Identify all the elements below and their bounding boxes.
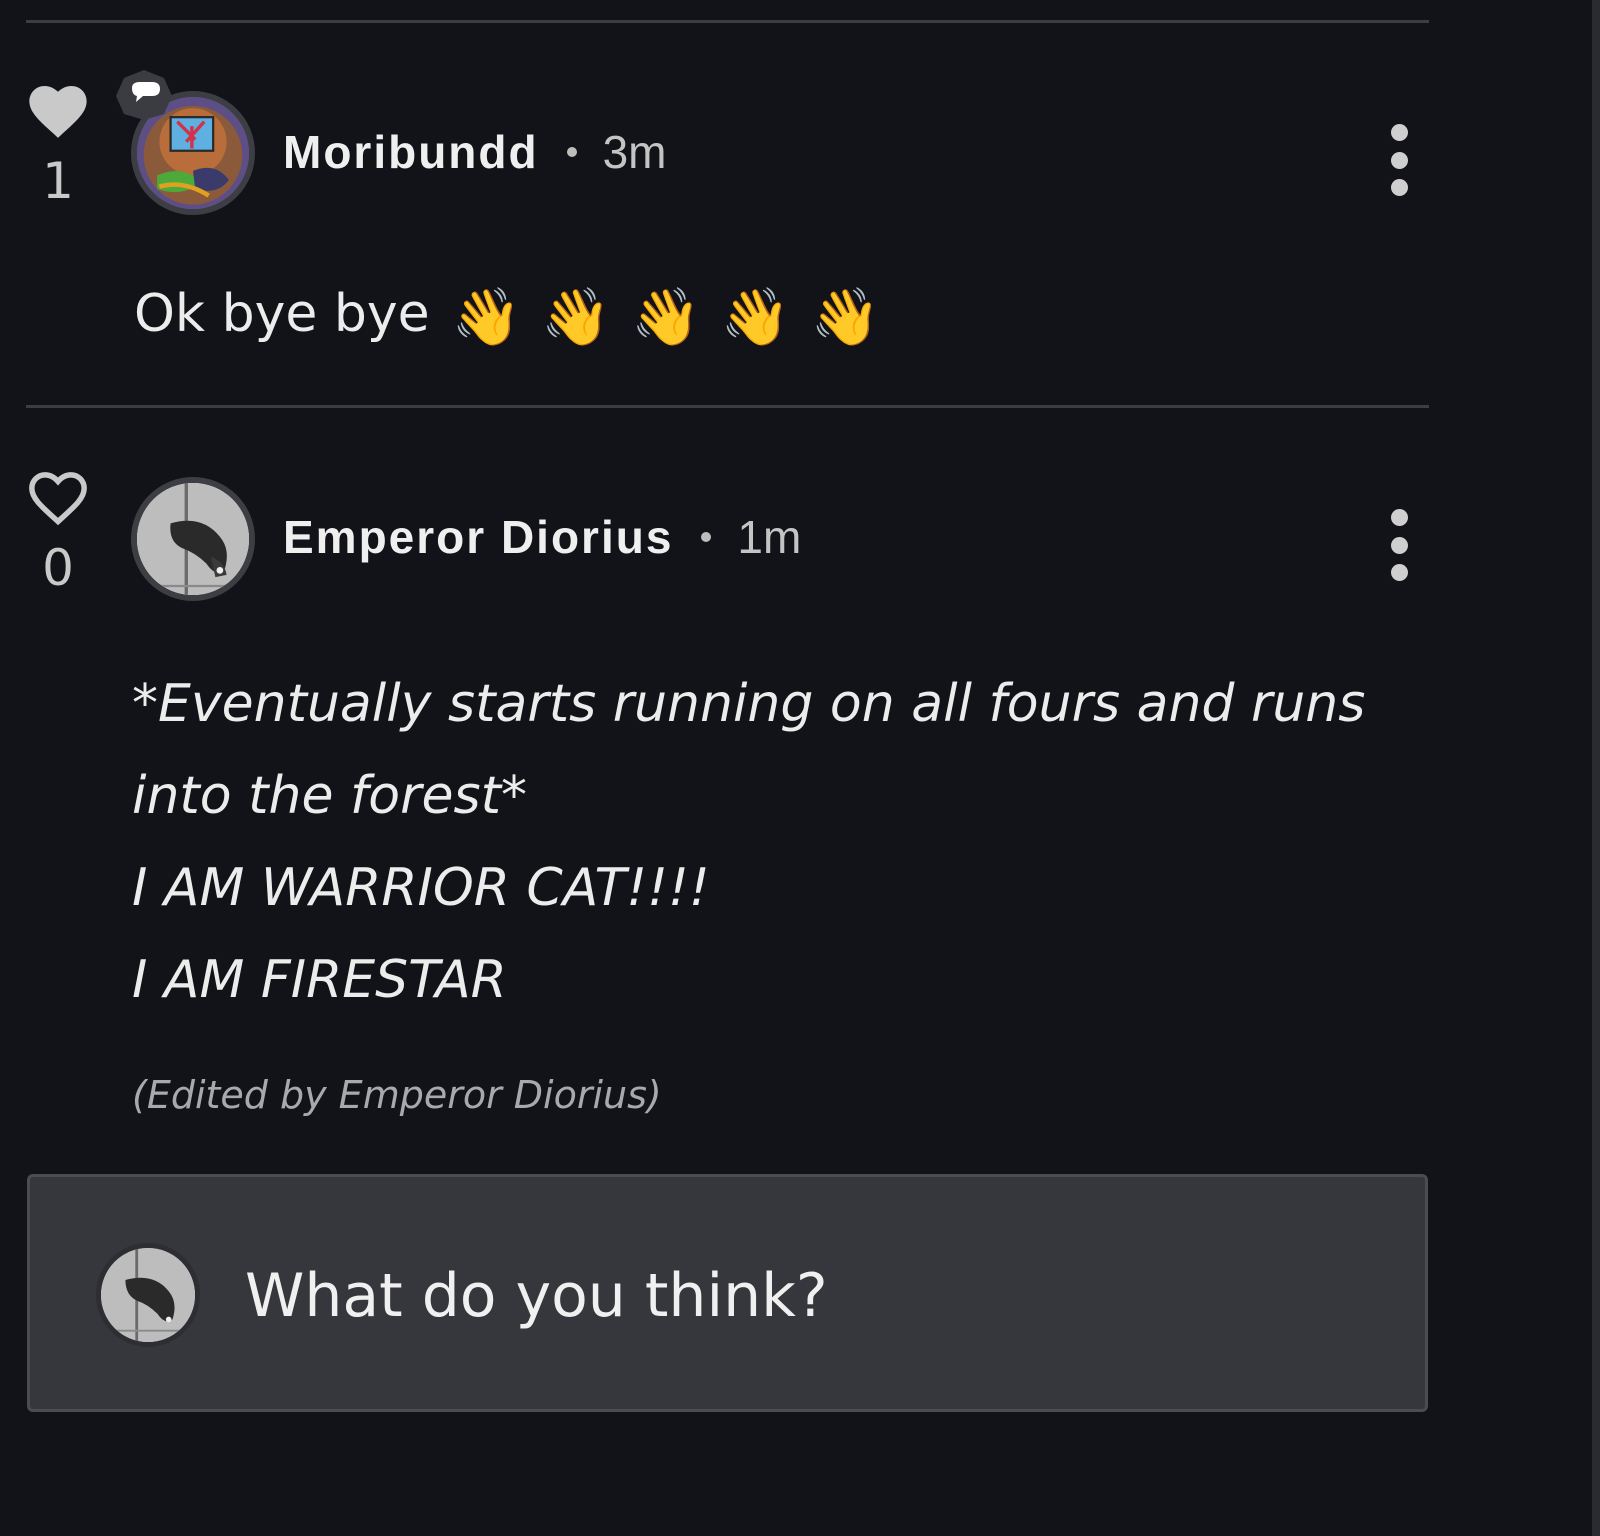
heart-outline-icon <box>29 472 87 526</box>
wave-emoji: 👋 <box>451 285 522 350</box>
edited-note: (Edited by Emperor Diorius) <box>132 1073 662 1117</box>
comment-body: *Eventually starts running on all fours … <box>132 658 1392 1026</box>
comment-line: I AM WARRIOR CAT!!!! <box>132 858 710 918</box>
more-vertical-icon-dot <box>1390 179 1408 196</box>
more-vertical-icon <box>1390 124 1408 141</box>
comment-line: I AM FIRESTAR <box>132 950 507 1010</box>
avatar-image <box>101 1248 195 1342</box>
more-options-button[interactable] <box>1384 124 1414 196</box>
timestamp: 3m <box>602 126 667 178</box>
timestamp: 1m <box>737 511 802 563</box>
scrollbar[interactable] <box>1592 0 1600 1536</box>
comment-header: Moribundd 3m <box>283 122 667 182</box>
wave-emoji: 👋 <box>720 285 791 350</box>
divider-middle <box>26 405 1429 408</box>
more-vertical-icon-dot <box>1390 564 1408 581</box>
wave-emoji: 👋 <box>541 285 612 350</box>
avatar-emperor-diorius[interactable] <box>131 477 255 601</box>
emoji-row: 👋 👋 👋 👋 👋 <box>452 284 881 350</box>
username[interactable]: Emperor Diorius <box>283 510 673 564</box>
comment-text: Ok bye bye <box>134 284 430 344</box>
more-vertical-icon-dot <box>1390 151 1408 169</box>
heart-filled-icon <box>29 86 87 138</box>
composer-placeholder[interactable]: What do you think? <box>245 1261 828 1331</box>
avatar-image <box>137 483 249 595</box>
comment-line: *Eventually starts running on all fours … <box>132 674 1366 734</box>
comment-composer[interactable]: What do you think? <box>27 1174 1428 1412</box>
separator-dot <box>701 532 712 542</box>
separator-dot <box>566 147 577 157</box>
username[interactable]: Moribundd <box>283 125 539 179</box>
more-options-button[interactable] <box>1384 509 1414 581</box>
divider-top <box>26 20 1429 23</box>
like-count: 0 <box>42 539 74 597</box>
chat-bubble-badge-icon <box>114 68 174 122</box>
more-vertical-icon-dot <box>1390 536 1408 554</box>
wave-emoji: 👋 <box>631 285 701 350</box>
comment-line: into the forest* <box>132 766 527 826</box>
comment-header: Emperor Diorius 1m <box>283 507 801 567</box>
comment-body: Ok bye bye 👋 👋 👋 👋 👋 <box>134 284 880 350</box>
wave-emoji: 👋 <box>810 285 881 350</box>
comments-thread: 1 Moribundd 3m Ok bye bye 👋 👋 👋 👋 👋 0 Em… <box>0 0 1600 1536</box>
more-vertical-icon <box>1390 509 1408 526</box>
like-button-comment-2[interactable]: 0 <box>26 467 90 593</box>
like-count: 1 <box>42 152 74 210</box>
current-user-avatar <box>96 1243 200 1347</box>
like-button-comment-1[interactable]: 1 <box>26 80 90 206</box>
